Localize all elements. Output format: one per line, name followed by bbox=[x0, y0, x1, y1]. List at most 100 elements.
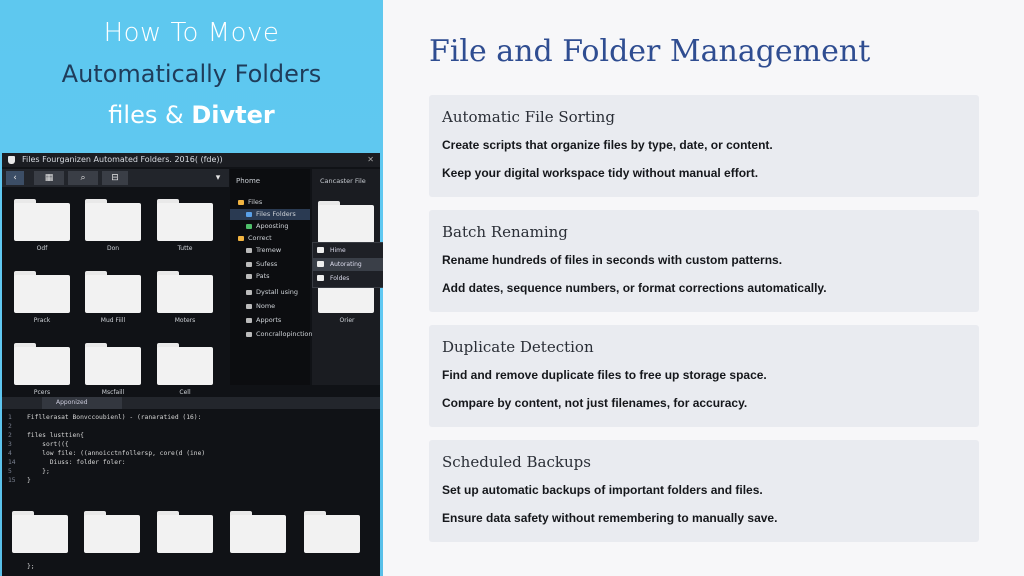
sidebar-item-label: Tremew bbox=[256, 246, 282, 254]
feature-card-line-2: Compare by content, not just filenames, … bbox=[442, 396, 748, 410]
code-line: 4 low file: ((annoicctnfollersp, core(d … bbox=[2, 449, 380, 458]
sidebar-item[interactable]: Correct bbox=[230, 233, 310, 244]
close-icon[interactable]: ✕ bbox=[367, 153, 374, 167]
sidebar-item[interactable]: Files Folders bbox=[230, 209, 310, 220]
sidebar-item[interactable]: Pats bbox=[230, 271, 310, 282]
code-text: } bbox=[27, 477, 31, 484]
sidebar-item[interactable]: Apports bbox=[230, 315, 310, 326]
folder-icon bbox=[317, 261, 324, 267]
code-text: low file: ((annoicctnfollersp, core(d (i… bbox=[27, 450, 206, 457]
folder-icon[interactable] bbox=[157, 511, 213, 553]
line-number: 5 bbox=[8, 468, 12, 475]
sidebar-item-label: Correct bbox=[248, 234, 272, 242]
sidebar-item-label: Nome bbox=[256, 302, 276, 310]
code-line: 2 files lusttien{ bbox=[2, 431, 380, 440]
grid-view-button[interactable]: ▦ bbox=[34, 171, 64, 185]
folder-icon[interactable] bbox=[304, 511, 360, 553]
folder-icon[interactable] bbox=[14, 271, 70, 313]
folder-icon[interactable] bbox=[85, 271, 141, 313]
code-text: Diuss: folder foler: bbox=[27, 459, 126, 466]
feature-card-line-2: Add dates, sequence numbers, or format c… bbox=[442, 281, 827, 295]
app-icon bbox=[246, 224, 252, 229]
folder-label: Mud Fiill bbox=[100, 317, 126, 324]
feature-card-line-1: Find and remove duplicate files to free … bbox=[442, 368, 767, 382]
code-line: 3 sort(({ bbox=[2, 440, 380, 449]
folder-icon[interactable] bbox=[157, 271, 213, 313]
folder-icon[interactable] bbox=[85, 343, 141, 385]
sidebar-item[interactable]: Nome bbox=[230, 301, 310, 312]
app-shield-icon bbox=[8, 156, 15, 164]
drive-icon bbox=[246, 290, 252, 295]
hero-line-1: How To Move bbox=[103, 18, 280, 48]
folder-icon[interactable] bbox=[14, 199, 70, 241]
chevron-down-icon[interactable]: ▾ bbox=[212, 171, 224, 185]
folder-icon[interactable] bbox=[14, 343, 70, 385]
drive-icon bbox=[246, 332, 252, 337]
code-text: }; bbox=[27, 468, 50, 475]
folder-label: Prack bbox=[33, 317, 51, 324]
line-number: 15 bbox=[8, 477, 16, 484]
sidebar-item[interactable]: Tremew bbox=[230, 245, 310, 256]
folder-icon bbox=[246, 212, 252, 217]
tab-apponized[interactable]: Apponized bbox=[42, 397, 122, 409]
folder-icon[interactable] bbox=[157, 199, 213, 241]
context-menu-item[interactable]: Autorating bbox=[313, 258, 383, 271]
feature-card: Automatic File Sorting Create scripts tha… bbox=[429, 95, 979, 197]
sidebar-item[interactable]: Files bbox=[230, 197, 310, 208]
feature-card-line-1: Rename hundreds of files in seconds with… bbox=[442, 253, 783, 267]
folder-icon[interactable] bbox=[85, 199, 141, 241]
bottom-folder-row bbox=[2, 511, 380, 571]
code-text: sort(({ bbox=[27, 441, 69, 448]
sidebar-item[interactable]: Concrallopinctions bbox=[230, 329, 316, 340]
folder-label: Pcers bbox=[33, 389, 51, 396]
page-title: File and Folder Management bbox=[429, 34, 871, 69]
folder-label: Don bbox=[106, 245, 120, 252]
sidebar-item[interactable]: Sufess bbox=[230, 259, 310, 270]
list-view-button[interactable]: ⊟ bbox=[102, 171, 128, 185]
sidebar-item-label: Sufess bbox=[256, 260, 278, 268]
hero-line-3: files & Divter bbox=[0, 101, 383, 129]
line-number: 2 bbox=[8, 423, 12, 430]
gear-icon bbox=[246, 318, 252, 323]
context-menu-item[interactable]: Hime bbox=[313, 244, 383, 257]
hero-line-3-plain: files & bbox=[108, 101, 192, 129]
line-number: 2 bbox=[8, 432, 12, 439]
file-icon bbox=[246, 304, 252, 309]
preview-header: Cancaster File bbox=[320, 177, 366, 185]
context-menu-item[interactable]: Foldes bbox=[313, 272, 383, 285]
editor-tabstrip: Apponized bbox=[2, 397, 380, 409]
file-icon bbox=[246, 274, 252, 279]
code-trailing-line: }; bbox=[27, 563, 35, 570]
line-number: 4 bbox=[8, 450, 12, 457]
folder-label: Moters bbox=[174, 317, 196, 324]
feature-card: Batch Renaming Rename hundreds of files i… bbox=[429, 210, 979, 312]
code-editor[interactable]: 1 Fifllerasat Bonvccoubienl) - (ranaratie… bbox=[2, 411, 380, 511]
folder-icon bbox=[238, 200, 244, 205]
sidebar-item[interactable]: Dystall using bbox=[230, 287, 310, 298]
preview-folder-icon[interactable] bbox=[318, 201, 374, 243]
sidebar-item-label: Pats bbox=[256, 272, 270, 280]
sidebar-header: Phome bbox=[236, 177, 261, 185]
hero-line-3-bold: Divter bbox=[191, 101, 275, 129]
folder-label: Odf bbox=[36, 245, 48, 252]
preview-folder-label: Orier bbox=[339, 317, 355, 324]
folder-icon[interactable] bbox=[12, 511, 68, 553]
code-line: 5 }; bbox=[2, 467, 380, 476]
code-line: 1 Fifllerasat Bonvccoubienl) - (ranaratie… bbox=[2, 413, 380, 422]
sidebar: Phome Files Files Folders Apoosting Correct… bbox=[230, 169, 316, 385]
file-manager-window: Files Fourganizen Automated Folders. 201… bbox=[2, 153, 380, 576]
search-button[interactable]: ⌕ bbox=[68, 171, 98, 185]
file-toolbar: ‹ ▦ ⌕ ⊟ ▾ bbox=[2, 169, 229, 187]
tutorial-illustration: How To Move Automatically Folders files … bbox=[0, 0, 383, 576]
sidebar-item-label: Files Folders bbox=[256, 210, 296, 218]
feature-card-line-1: Set up automatic backups of important fo… bbox=[442, 483, 763, 497]
back-button[interactable]: ‹ bbox=[6, 171, 24, 185]
sidebar-item[interactable]: Apoosting bbox=[230, 221, 310, 232]
hero-banner: How To Move Automatically Folders files … bbox=[0, 0, 383, 150]
sidebar-item-label: Dystall using bbox=[256, 288, 299, 296]
line-number: 3 bbox=[8, 441, 12, 448]
folder-icon[interactable] bbox=[157, 343, 213, 385]
folder-icon[interactable] bbox=[84, 511, 140, 553]
folder-icon[interactable] bbox=[230, 511, 286, 553]
line-number: 14 bbox=[8, 459, 16, 466]
